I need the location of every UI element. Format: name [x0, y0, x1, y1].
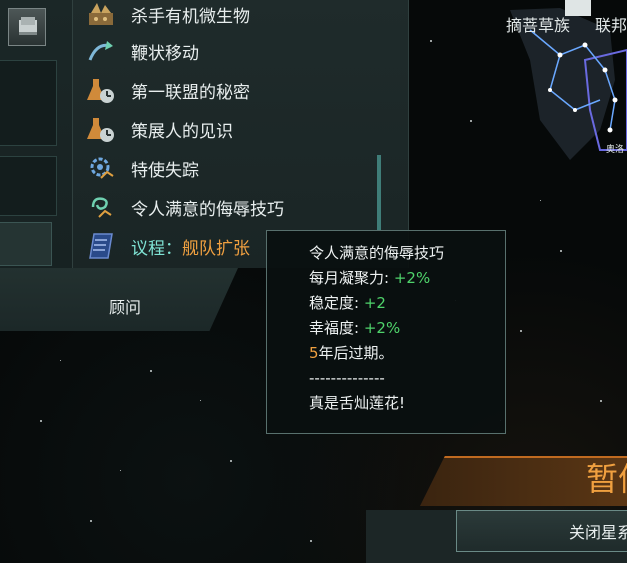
document-list-icon	[85, 230, 117, 262]
star	[90, 520, 92, 522]
star	[540, 200, 541, 201]
list-item-label: 杀手有机微生物	[131, 6, 250, 27]
star	[40, 420, 42, 422]
tooltip-quote: 真是舌灿莲花!	[309, 394, 406, 412]
list-item-curator-insight[interactable]: 策展人的见识	[85, 111, 385, 147]
map-label-empire: 摘菩草族	[506, 16, 571, 35]
star	[120, 470, 121, 471]
whip-icon	[85, 35, 117, 67]
tooltip-stat-cohesion: 每月凝聚力: +2%	[309, 266, 505, 291]
left-info-box	[0, 60, 57, 146]
star	[560, 250, 562, 252]
gear-arrow-icon	[85, 152, 117, 184]
star	[200, 400, 201, 401]
close-system-button[interactable]: 关闭星系	[456, 510, 627, 552]
star	[150, 370, 152, 372]
tooltip-title: 令人满意的侮辱技巧	[309, 244, 445, 262]
pause-label[interactable]: 暂停	[586, 454, 627, 500]
flask-clock-icon	[85, 113, 117, 145]
list-item-killer-microbes[interactable]: 杀手有机微生物	[85, 0, 385, 32]
left-strip-button[interactable]	[0, 222, 52, 266]
swirl-arrow-icon	[85, 191, 117, 223]
star	[470, 120, 472, 122]
list-item-label: 令人满意的侮辱技巧	[131, 199, 284, 220]
tooltip-stat-stability: 稳定度: +2	[309, 291, 505, 316]
flask-clock-icon	[85, 74, 117, 106]
stat-value: +2%	[363, 319, 401, 337]
star	[310, 540, 312, 542]
list-scrollbar[interactable]	[377, 155, 381, 230]
list-item-label: 鞭状移动	[131, 43, 199, 64]
map-label-federation: 联邦	[595, 16, 627, 35]
stat-label: 每月凝聚力:	[309, 269, 394, 287]
document-button[interactable]	[8, 8, 46, 46]
list-item-envoy-missing[interactable]: 特使失踪	[85, 150, 385, 186]
list-item-label: 第一联盟的秘密	[131, 82, 250, 103]
list-item-first-league-secrets[interactable]: 第一联盟的秘密	[85, 72, 385, 108]
left-info-box	[0, 156, 57, 216]
list-item-label: 策展人的见识	[131, 121, 233, 142]
advisor-tab[interactable]: 顾问	[55, 283, 195, 329]
tooltip-stat-happiness: 幸福度: +2%	[309, 316, 505, 341]
star	[430, 40, 432, 42]
tooltip-expiry: 5年后过期。	[309, 341, 505, 366]
tooltip-divider: --------------	[309, 369, 385, 387]
star	[520, 330, 522, 332]
galaxy-map[interactable]: 摘菩草族 联邦 奥洛	[490, 0, 627, 180]
modifiers-list-panel: 杀手有机微生物 鞭状移动 第一联盟的秘密 策展人的见识 特使失踪 令人满意的侮辱…	[72, 0, 409, 268]
agenda-label: 议程：舰队扩张	[131, 234, 250, 259]
expiry-text: 年后过期。	[318, 344, 394, 362]
star	[60, 360, 61, 361]
stat-value: +2	[363, 294, 386, 312]
stat-label: 稳定度:	[309, 294, 364, 312]
modifier-tooltip: 令人满意的侮辱技巧 每月凝聚力: +2% 稳定度: +2 幸福度: +2% 5年…	[266, 230, 506, 434]
star	[600, 400, 602, 402]
document-icon	[19, 17, 37, 35]
expiry-number: 5	[309, 344, 319, 362]
star	[230, 460, 232, 462]
stat-label: 幸福度:	[309, 319, 364, 337]
list-item-satisfying-insults[interactable]: 令人满意的侮辱技巧	[85, 189, 385, 225]
list-item-label: 特使失踪	[131, 160, 199, 181]
agenda-value: 舰队扩张	[182, 238, 250, 259]
stat-value: +2%	[393, 269, 431, 287]
list-item-flagellar-motion[interactable]: 鞭状移动	[85, 33, 385, 69]
microbe-icon	[85, 0, 117, 30]
map-label-system: 奥洛	[606, 145, 625, 155]
agenda-prefix: 议程：	[131, 238, 182, 259]
